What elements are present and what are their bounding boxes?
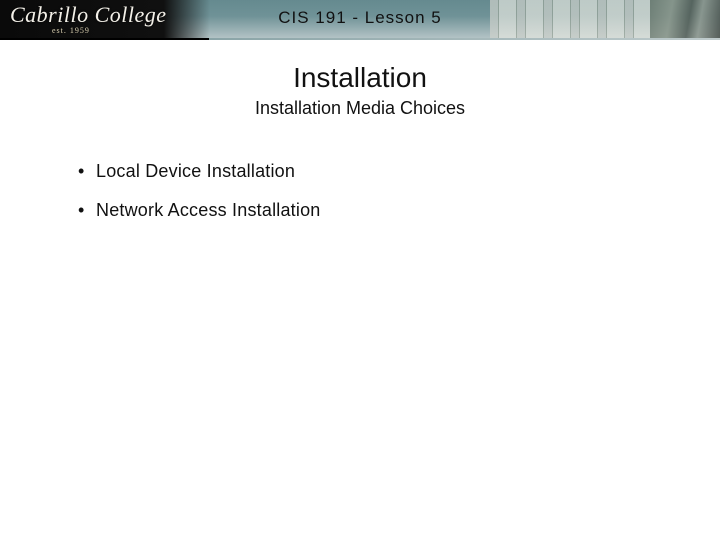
bullet-list: Local Device Installation Network Access… — [78, 161, 690, 221]
course-label: CIS 191 - Lesson 5 — [0, 8, 720, 28]
header-band: Cabrillo College est. 1959 CIS 191 - Les… — [0, 0, 720, 40]
slide: Cabrillo College est. 1959 CIS 191 - Les… — [0, 0, 720, 540]
slide-content: Installation Installation Media Choices … — [0, 40, 720, 221]
list-item: Local Device Installation — [78, 161, 690, 182]
slide-title: Installation — [30, 62, 690, 94]
slide-subtitle: Installation Media Choices — [30, 98, 690, 119]
list-item: Network Access Installation — [78, 200, 690, 221]
